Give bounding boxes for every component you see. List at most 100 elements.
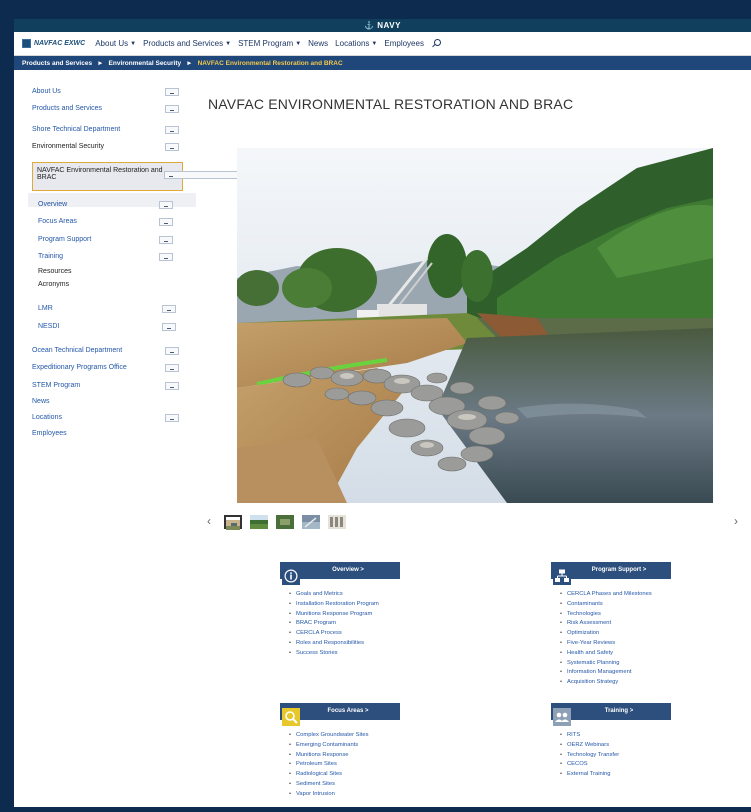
nav-about-us[interactable]: About Us ▼ — [95, 39, 136, 48]
sidebar-item-nesdi[interactable]: NESDI — [38, 323, 59, 330]
expand-toggle-icon[interactable] — [165, 382, 179, 390]
nav-products-services[interactable]: Products and Services ▼ — [143, 39, 231, 48]
expand-toggle-icon[interactable] — [162, 323, 176, 331]
breadcrumb-item[interactable]: Environmental Security — [109, 60, 182, 67]
expand-toggle-icon[interactable] — [165, 88, 179, 96]
thumbnail-2[interactable] — [250, 515, 268, 529]
sidebar-item-expeditionary[interactable]: Expeditionary Programs Office — [32, 364, 127, 371]
list-item[interactable]: Information Management — [560, 668, 671, 678]
sidebar: About Us Products and Services Shore Tec… — [14, 70, 290, 807]
brand-name[interactable]: NAVFAC EXWC — [34, 40, 85, 47]
carousel-next-button[interactable]: › — [734, 514, 738, 528]
expand-toggle-icon[interactable] — [165, 347, 179, 355]
card-program-support: Program Support > CERCLA Phases and Mile… — [551, 562, 671, 688]
list-item[interactable]: Radiological Sites — [289, 770, 400, 780]
info-icon — [282, 567, 300, 585]
nav-news[interactable]: News — [308, 39, 328, 48]
expand-toggle-icon[interactable] — [165, 143, 179, 151]
list-item[interactable]: Contaminants — [560, 600, 671, 610]
expand-toggle-icon[interactable] — [159, 253, 173, 261]
sidebar-item-lmr[interactable]: LMR — [38, 305, 53, 312]
breadcrumb-current: NAVFAC Environmental Restoration and BRA… — [197, 59, 343, 67]
sidebar-item-news[interactable]: News — [32, 398, 50, 405]
list-item[interactable]: Petroleum Sites — [289, 760, 400, 770]
sidebar-item-env-security[interactable]: Environmental Security — [32, 143, 104, 150]
list-item[interactable]: CECOS — [560, 760, 671, 770]
list-item[interactable]: Roles and Responsibilities — [289, 639, 400, 649]
thumbnail-3[interactable] — [276, 515, 294, 529]
list-item[interactable]: Risk Assessment — [560, 619, 671, 629]
thumbnail-1[interactable] — [224, 515, 242, 530]
card-training-list: RITS OERZ Webinars Technology Transfer C… — [551, 731, 671, 780]
list-item[interactable]: Sediment Sites — [289, 780, 400, 790]
list-item[interactable]: CERCLA Phases and Milestones — [560, 590, 671, 600]
list-item[interactable]: External Training — [560, 770, 671, 780]
sidebar-item-ocean[interactable]: Ocean Technical Department — [32, 347, 122, 354]
hero-image[interactable] — [237, 148, 713, 503]
sidebar-item-overview[interactable]: Overview — [38, 201, 67, 208]
expand-toggle-icon[interactable] — [162, 305, 176, 313]
nav-stem-program[interactable]: STEM Program ▼ — [238, 39, 301, 48]
list-item[interactable]: BRAC Program — [289, 619, 400, 629]
navy-logo-icon: ⚓ — [364, 21, 375, 30]
sidebar-item-products[interactable]: Products and Services — [32, 105, 102, 112]
sidebar-item-focus-areas[interactable]: Focus Areas — [38, 218, 77, 225]
nav-employees[interactable]: Employees — [384, 39, 424, 48]
thumbnail-4[interactable] — [302, 515, 320, 529]
chevron-down-icon: ▼ — [130, 40, 137, 47]
list-item[interactable]: Acquisition Strategy — [560, 678, 671, 688]
nav-locations[interactable]: Locations ▼ — [335, 39, 377, 48]
breadcrumb: Products and Services ► Environmental Se… — [14, 56, 751, 70]
card-overview-list: Goals and Metrics Installation Restorati… — [280, 590, 400, 659]
expand-toggle-icon[interactable] — [159, 236, 173, 244]
list-item[interactable]: Systematic Planning — [560, 659, 671, 669]
list-item[interactable]: OERZ Webinars — [560, 741, 671, 751]
expand-toggle-icon[interactable] — [165, 105, 179, 113]
sidebar-item-program-support[interactable]: Program Support — [38, 236, 91, 243]
expand-toggle-icon[interactable] — [165, 126, 179, 134]
breadcrumb-item[interactable]: Products and Services — [22, 60, 92, 67]
sidebar-item-training[interactable]: Training — [38, 253, 63, 260]
list-item[interactable]: Technologies — [560, 610, 671, 620]
expand-toggle-icon[interactable] — [165, 364, 179, 372]
expand-toggle-icon[interactable] — [159, 218, 173, 226]
carousel-prev-button[interactable]: ‹ — [207, 514, 211, 528]
sidebar-item-about-us[interactable]: About Us — [32, 88, 61, 95]
chevron-down-icon: ▼ — [295, 40, 302, 47]
navfac-logo-icon[interactable] — [22, 39, 31, 48]
list-item[interactable]: CERCLA Process — [289, 629, 400, 639]
sidebar-item-locations[interactable]: Locations — [32, 414, 62, 421]
thumbnail-image-icon — [276, 515, 294, 529]
people-icon — [553, 708, 571, 726]
list-item[interactable]: Installation Restoration Program — [289, 600, 400, 610]
sidebar-item-stem[interactable]: STEM Program — [32, 382, 80, 389]
sidebar-active-label: NAVFAC Environmental Restoration and BRA… — [37, 167, 163, 181]
list-item[interactable]: Optimization — [560, 629, 671, 639]
list-item[interactable]: Munitions Response Program — [289, 610, 400, 620]
breadcrumb-separator: ► — [186, 59, 193, 67]
sidebar-item-active[interactable]: NAVFAC Environmental Restoration and BRA… — [32, 162, 290, 191]
list-item[interactable]: Munitions Response — [289, 751, 400, 761]
list-item[interactable]: Success Stories — [289, 649, 400, 659]
list-item[interactable]: Technology Transfer — [560, 751, 671, 761]
list-item[interactable]: Complex Groundwater Sites — [289, 731, 400, 741]
list-item[interactable]: Vapor Intrusion — [289, 790, 400, 800]
sidebar-item-acronyms[interactable]: Acronyms — [38, 281, 69, 288]
chevron-down-icon: ▼ — [371, 40, 378, 47]
expand-toggle-icon[interactable] — [165, 414, 179, 422]
breadcrumb-separator: ► — [97, 59, 104, 67]
sidebar-item-resources[interactable]: Resources — [38, 268, 71, 275]
sidebar-item-shore[interactable]: Shore Technical Department — [32, 126, 120, 133]
thumbnail-5[interactable] — [328, 515, 346, 529]
expand-toggle-icon[interactable] — [159, 201, 173, 209]
list-item[interactable]: Five-Year Reviews — [560, 639, 671, 649]
sidebar-item-employees[interactable]: Employees — [32, 430, 67, 437]
list-item[interactable]: Goals and Metrics — [289, 590, 400, 600]
card-program-support-list: CERCLA Phases and Milestones Contaminant… — [551, 590, 671, 688]
search-icon[interactable] — [431, 38, 441, 49]
thumbnail-image-icon — [226, 520, 240, 530]
list-item[interactable]: RITS — [560, 731, 671, 741]
list-item[interactable]: Emerging Contaminants — [289, 741, 400, 751]
navy-banner[interactable]: ⚓ NAVY — [14, 19, 751, 32]
list-item[interactable]: Health and Safety — [560, 649, 671, 659]
